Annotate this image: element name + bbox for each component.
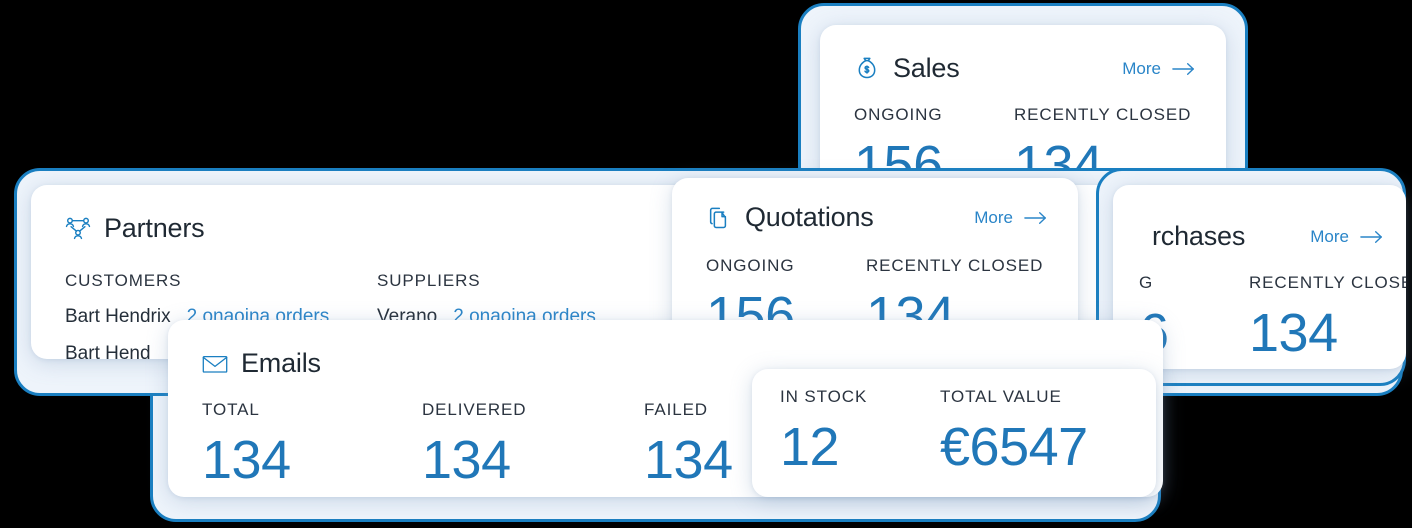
metric-label: TOTAL <box>202 400 260 419</box>
sales-card-title: Sales <box>893 53 960 83</box>
quotations-card-title: Quotations <box>745 202 874 232</box>
group-label: SUPPLIERS <box>377 271 481 290</box>
purchases-metrics: G 6 RECENTLY CLOSED 134 <box>1139 273 1406 361</box>
quotations-more-label: More <box>974 207 1013 227</box>
metric-label: IN STOCK <box>780 387 868 406</box>
metric-label: ONGOING <box>854 105 943 124</box>
emails-metric-failed: FAILED 134 <box>644 400 733 488</box>
people-network-icon <box>65 216 91 242</box>
inventory-metric-total-value: TOTAL VALUE €6547 <box>940 387 1088 475</box>
metric-label: RECENTLY CLOSED <box>1014 105 1192 124</box>
metric-value: 134 <box>1249 303 1338 363</box>
documents-copy-icon <box>706 205 732 231</box>
metric-label: TOTAL VALUE <box>940 387 1062 406</box>
sales-card-header: Sales More <box>854 53 1196 84</box>
metric-label: FAILED <box>644 400 708 419</box>
metric-label: RECENTLY CLOSED <box>1249 273 1406 292</box>
metric-value: 134 <box>202 430 291 490</box>
quotations-card-header: Quotations More <box>706 202 1048 233</box>
metric-value: 12 <box>780 417 840 477</box>
sales-more-label: More <box>1122 58 1161 78</box>
metric-label: G <box>1139 273 1154 292</box>
metric-value: 134 <box>644 430 733 490</box>
dashboard-card-stack: Sales More ONGOING 156 RECENTLY CLOSED 1… <box>0 0 1412 528</box>
purchases-card-header: rchases More <box>1139 221 1384 252</box>
partner-name: Bart Hendrix <box>65 306 171 327</box>
metric-value: €6547 <box>940 417 1088 477</box>
arrow-right-icon <box>1172 61 1196 77</box>
sales-card[interactable]: Sales More ONGOING 156 RECENTLY CLOSED 1… <box>820 25 1226 185</box>
arrow-right-icon <box>1024 210 1048 226</box>
quotations-more-link[interactable]: More <box>974 208 1048 228</box>
partner-name: Bart Hend <box>65 343 151 359</box>
emails-card-title: Emails <box>241 348 321 378</box>
emails-metric-delivered: DELIVERED 134 <box>422 400 644 488</box>
inventory-metric-in-stock: IN STOCK 12 <box>780 387 940 475</box>
emails-metric-total: TOTAL 134 <box>202 400 422 488</box>
metric-label: RECENTLY CLOSED <box>866 256 1044 275</box>
group-label: CUSTOMERS <box>65 271 182 290</box>
inventory-card[interactable]: IN STOCK 12 TOTAL VALUE €6547 <box>752 369 1156 497</box>
money-bag-icon <box>854 56 880 82</box>
sales-more-link[interactable]: More <box>1122 59 1196 79</box>
partners-card-title: Partners <box>104 213 205 243</box>
purchases-more-link[interactable]: More <box>1310 227 1384 247</box>
envelope-icon <box>202 351 228 377</box>
metric-label: ONGOING <box>706 256 795 275</box>
purchases-card-title: rchases <box>1152 221 1246 251</box>
purchases-more-label: More <box>1310 226 1349 246</box>
inventory-metrics: IN STOCK 12 TOTAL VALUE €6547 <box>780 387 1132 475</box>
metric-value: 134 <box>422 430 511 490</box>
metric-label: DELIVERED <box>422 400 527 419</box>
arrow-right-icon <box>1360 229 1384 245</box>
purchases-metric-recently-closed: RECENTLY CLOSED 134 <box>1249 273 1406 361</box>
